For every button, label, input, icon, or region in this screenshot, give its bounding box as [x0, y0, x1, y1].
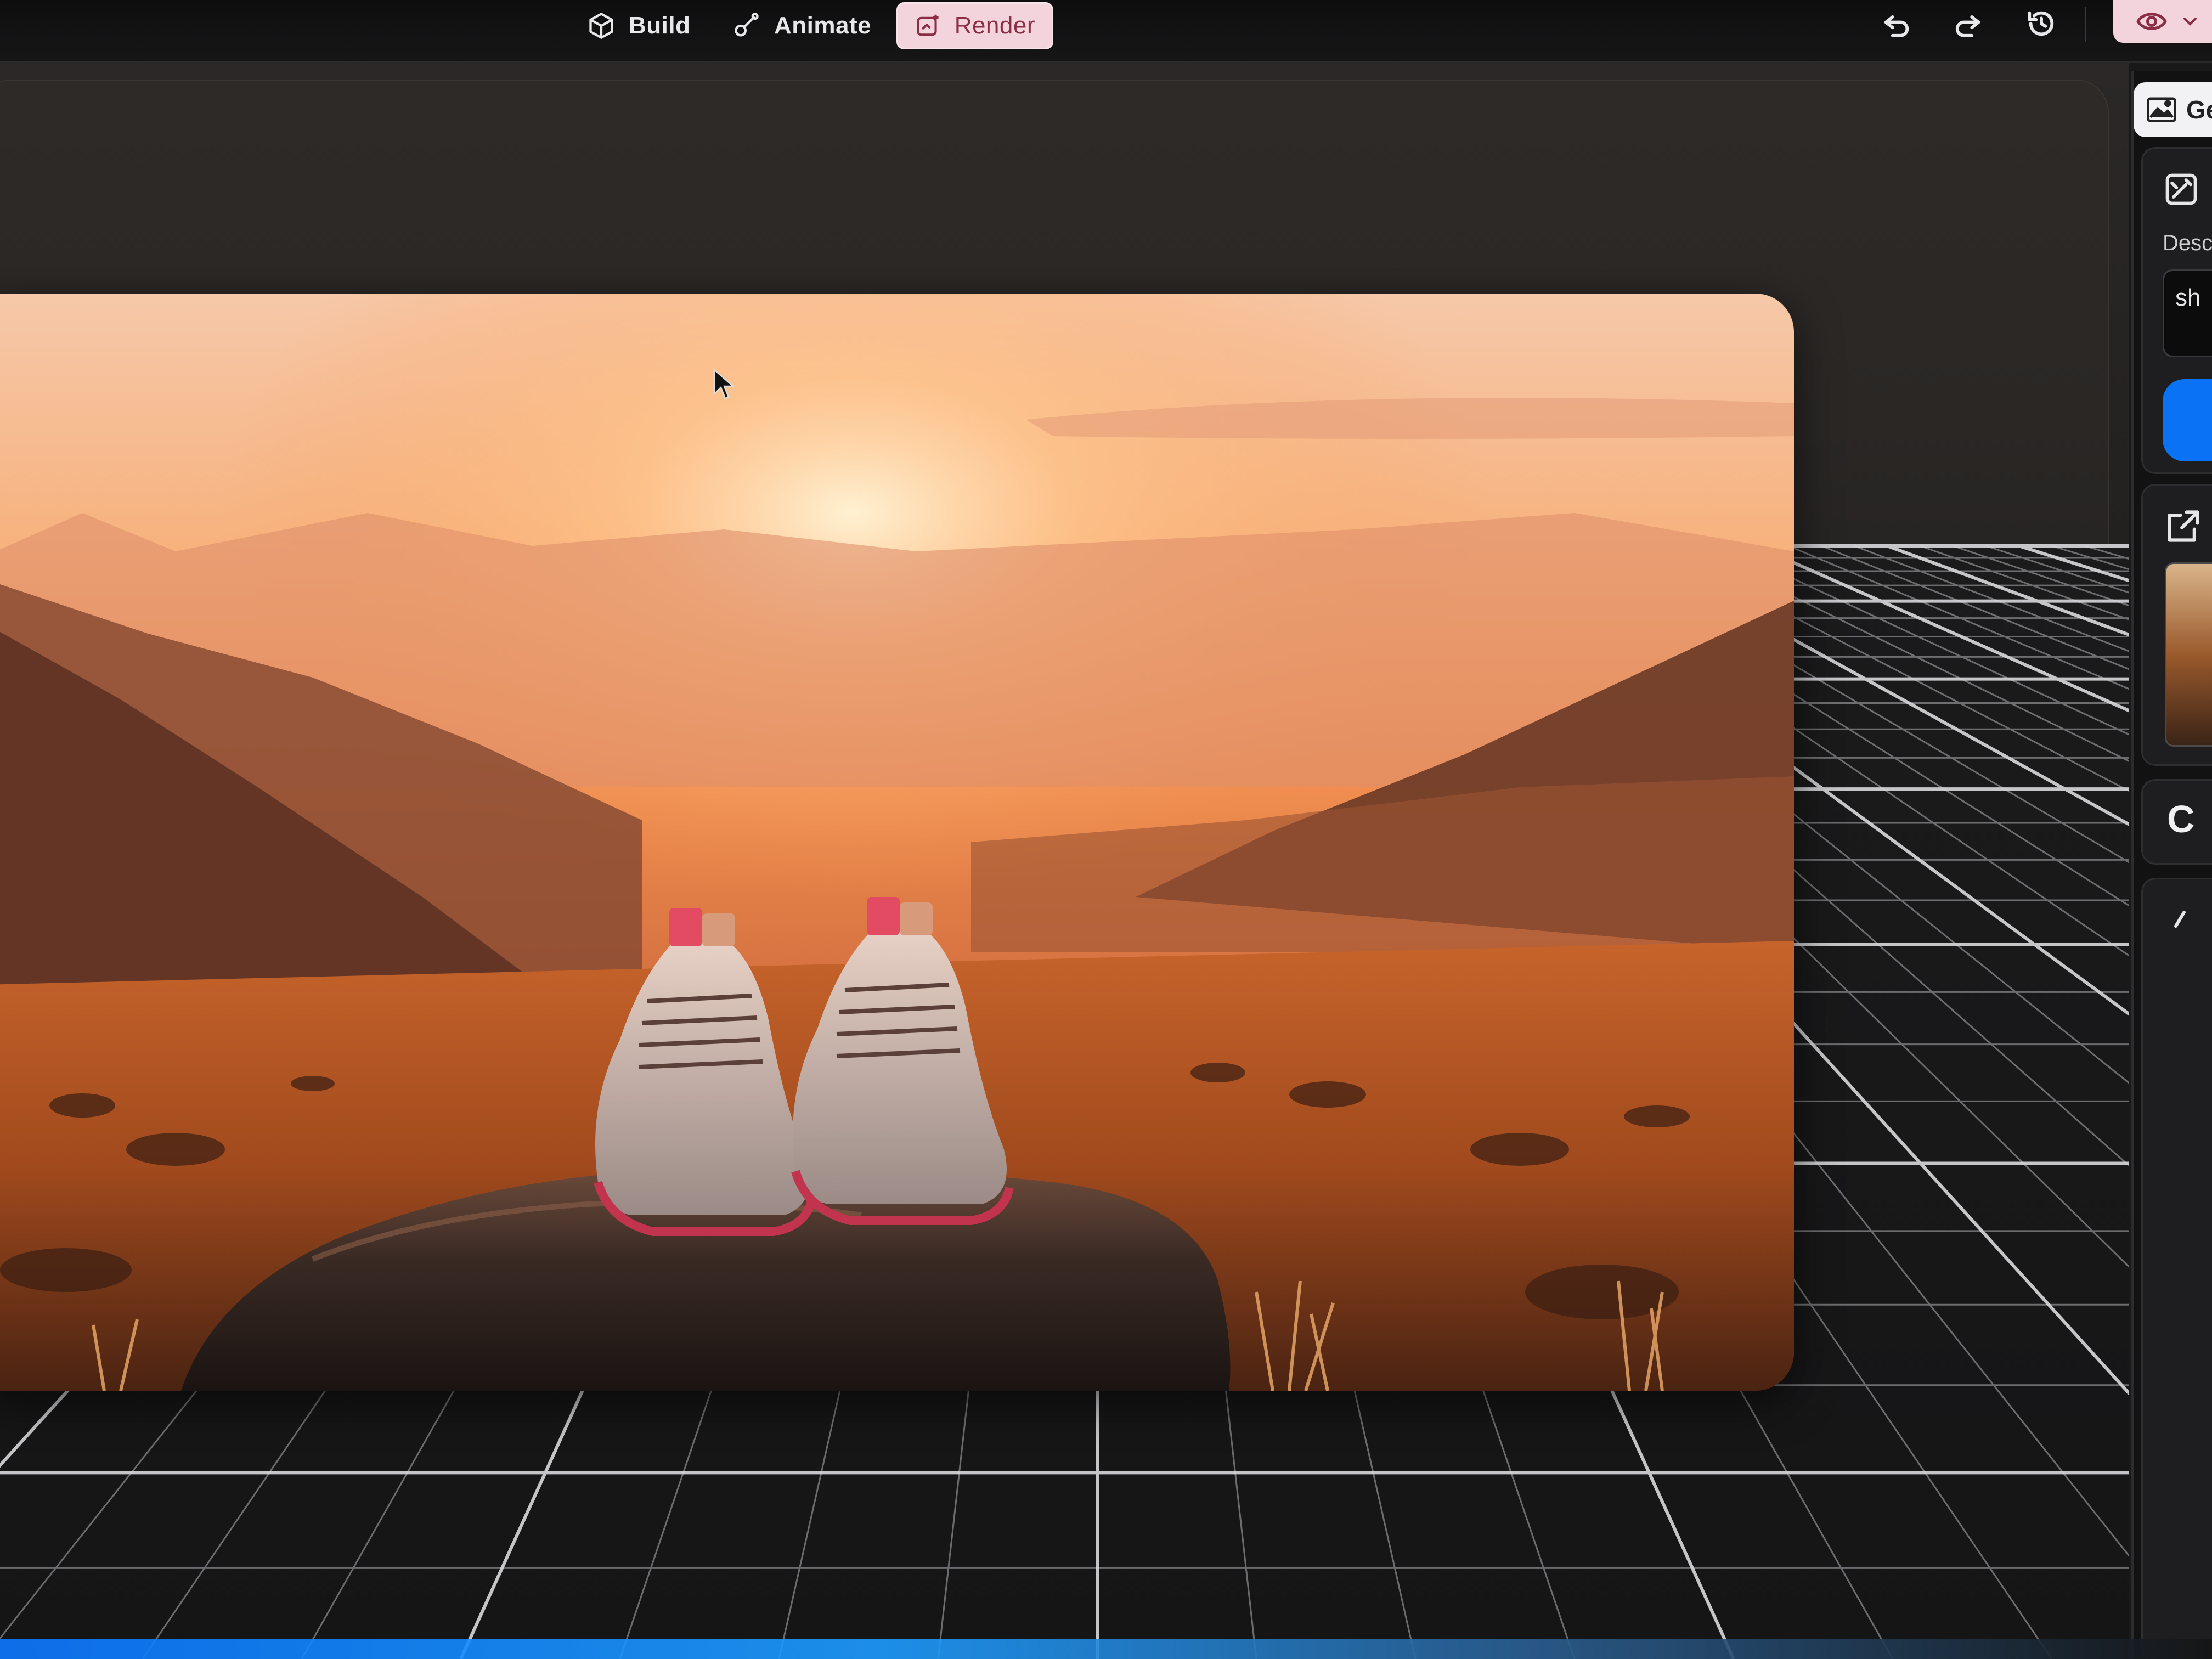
animate-icon	[735, 13, 759, 37]
tab-build-label: Build	[629, 12, 691, 39]
result-thumbnail[interactable]	[2165, 562, 2212, 747]
panel-section-label: C	[2167, 798, 2195, 840]
chevron-down-icon	[2183, 18, 2197, 26]
render-app: Build Animate Render G Desc sh C	[0, 0, 2212, 1659]
generate-tab[interactable]: Ge	[2134, 82, 2212, 137]
pointer-cursor-icon	[713, 368, 734, 399]
toolbar-divider	[2085, 7, 2086, 42]
render-viewport[interactable]	[0, 63, 2129, 1659]
undo-button[interactable]	[1877, 4, 1916, 43]
redo-button[interactable]	[1949, 4, 1987, 43]
right-panel: Ge Desc sh C	[2131, 71, 2212, 1659]
tab-build[interactable]: Build	[571, 2, 707, 49]
screen-bottom-edge	[0, 1639, 2212, 1659]
tab-animate-label: Animate	[774, 12, 872, 39]
tab-animate[interactable]: Animate	[716, 2, 888, 49]
describe-label: Desc	[2163, 231, 2212, 255]
render-preview-image[interactable]	[0, 294, 1794, 1391]
redo-icon	[1955, 15, 1980, 37]
cube-icon	[589, 13, 613, 39]
generate-tab-label: Ge	[2186, 95, 2212, 124]
panel-settings-card	[2141, 878, 2212, 1659]
tab-render[interactable]: Render	[896, 2, 1053, 49]
collapse-arrow-icon[interactable]	[2165, 901, 2198, 934]
panel-section-card[interactable]: C	[2141, 779, 2212, 865]
top-toolbar: Build Animate Render	[0, 0, 2212, 63]
paint-brush-icon	[2165, 173, 2197, 205]
view-toggle[interactable]	[2113, 0, 2212, 43]
tab-render-label: Render	[954, 12, 1035, 39]
undo-icon	[1884, 15, 1909, 37]
generate-button[interactable]	[2163, 379, 2212, 461]
export-icon[interactable]	[2165, 507, 2202, 545]
describe-card: Desc sh	[2141, 147, 2212, 474]
image-icon	[2147, 97, 2176, 122]
sunset-scene-illustration	[0, 294, 1794, 1391]
history-button[interactable]	[2022, 4, 2061, 43]
eye-icon	[2136, 13, 2167, 30]
results-card	[2141, 484, 2212, 766]
prompt-input[interactable]: sh	[2163, 269, 2212, 357]
history-icon	[2028, 11, 2054, 36]
render-icon	[917, 14, 939, 36]
